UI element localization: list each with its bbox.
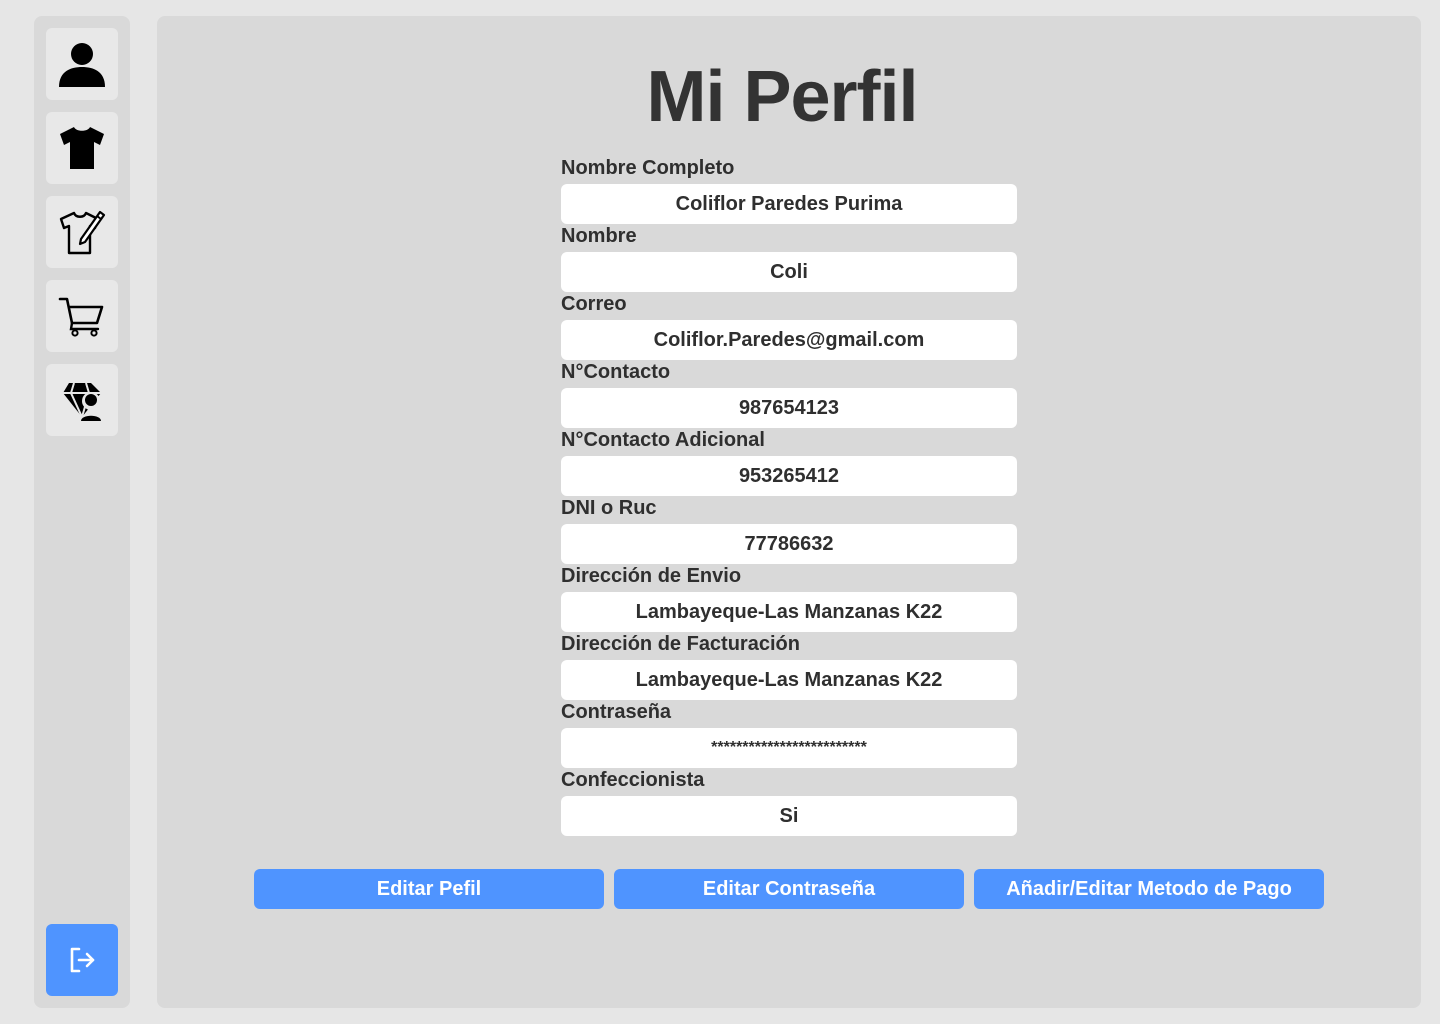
page-title: Mi Perfil: [646, 57, 918, 137]
tailor-label: Confeccionista: [561, 769, 705, 791]
contact-label: N°Contacto: [561, 361, 671, 383]
tailor-field[interactable]: [561, 796, 1017, 836]
email-label: Correo: [561, 293, 627, 315]
dni-ruc-field[interactable]: [561, 524, 1017, 564]
password-label: Contraseña: [561, 701, 672, 723]
password-field[interactable]: [561, 728, 1017, 768]
profile-actions: Editar Pefil Editar Contraseña Añadir/Ed…: [254, 869, 1324, 909]
profile-form: Nombre Completo Nombre Correo N°Contacto…: [561, 156, 1017, 836]
shipping-address-label: Dirección de Envio: [561, 565, 742, 587]
email-field[interactable]: [561, 320, 1017, 360]
shipping-address-field[interactable]: [561, 592, 1017, 632]
full-name-label: Nombre Completo: [561, 157, 735, 179]
sidebar-item-cart[interactable]: [46, 280, 118, 352]
tshirt-design-icon: [59, 210, 106, 255]
user-icon: [59, 43, 105, 87]
additional-contact-field[interactable]: [561, 456, 1017, 496]
sidebar-item-profile[interactable]: [46, 28, 118, 100]
contact-field[interactable]: [561, 388, 1017, 428]
payment-method-button[interactable]: Añadir/Editar Metodo de Pago: [974, 869, 1324, 909]
billing-address-label: Dirección de Facturación: [561, 633, 800, 655]
additional-contact-label: N°Contacto Adicional: [561, 429, 765, 451]
first-name-field[interactable]: [561, 252, 1017, 292]
cart-icon: [58, 297, 104, 337]
edit-profile-button[interactable]: Editar Pefil: [254, 869, 604, 909]
logout-button[interactable]: [46, 924, 118, 996]
sidebar-item-premium[interactable]: [46, 364, 118, 436]
dni-ruc-label: DNI o Ruc: [561, 497, 657, 519]
edit-password-button[interactable]: Editar Contraseña: [614, 869, 964, 909]
tshirt-icon: [60, 127, 104, 169]
first-name-label: Nombre: [561, 225, 637, 247]
billing-address-field[interactable]: [561, 660, 1017, 700]
logout-icon: [70, 947, 95, 973]
sidebar-item-design[interactable]: [46, 196, 118, 268]
profile-panel: Mi Perfil Nombre Completo Nombre Correo …: [157, 16, 1421, 1008]
diamond-user-icon: [63, 382, 103, 421]
full-name-field[interactable]: [561, 184, 1017, 224]
sidebar-item-products[interactable]: [46, 112, 118, 184]
sidebar: [34, 16, 130, 1008]
